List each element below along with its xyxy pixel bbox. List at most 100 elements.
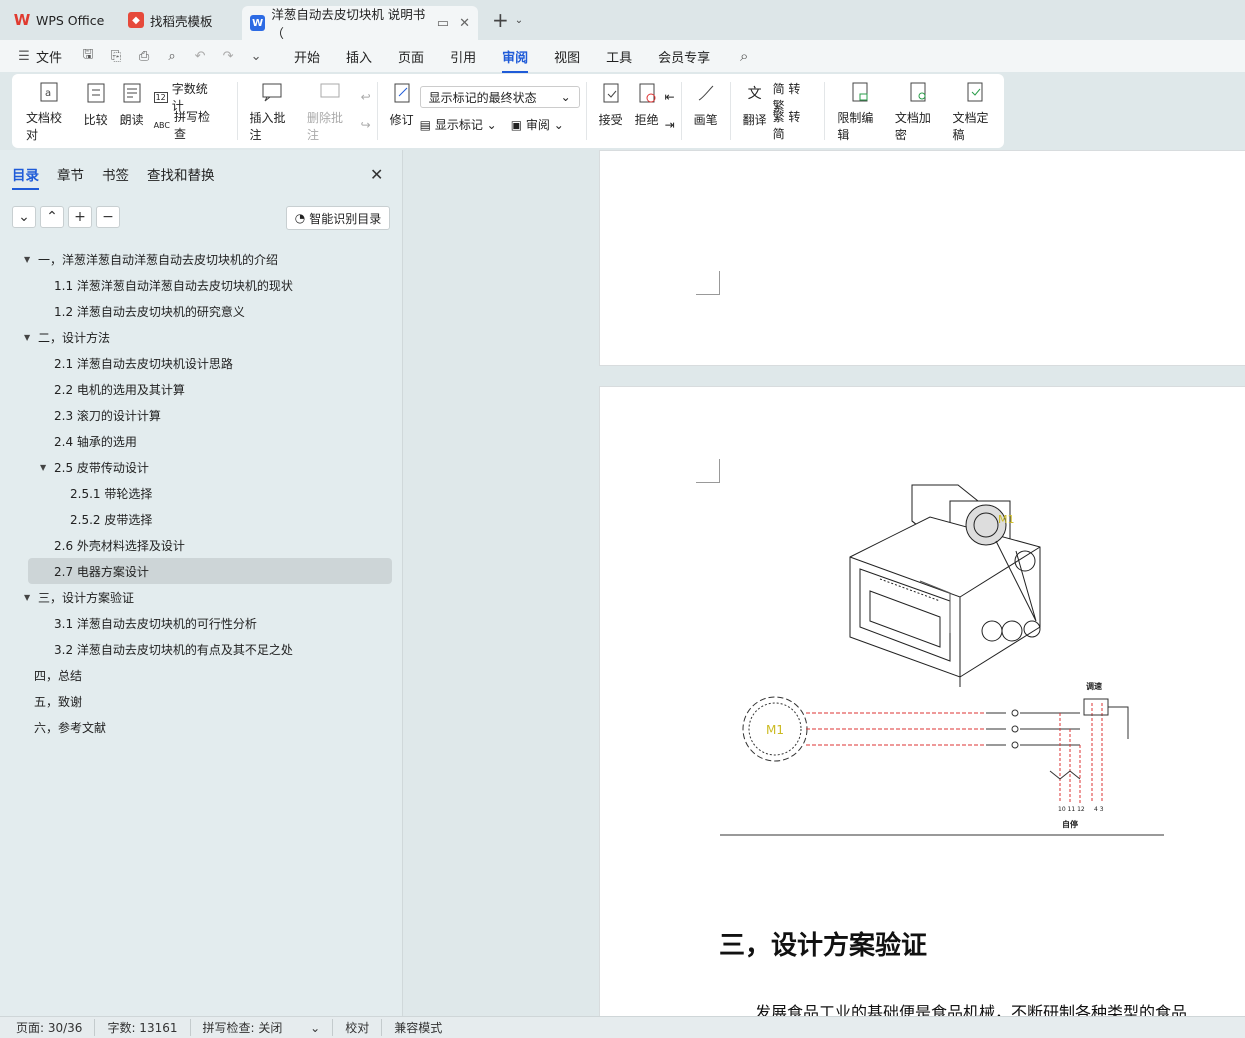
add-icon[interactable]: + [68, 206, 92, 228]
expand-toggle-icon[interactable]: ▼ [24, 255, 34, 264]
search-icon[interactable]: ⌕ [736, 47, 752, 65]
accept-button[interactable]: 接受 [593, 81, 629, 141]
word-count-indicator[interactable]: 字数: 13161 [107, 1019, 191, 1036]
toc-item[interactable]: 1.1 洋葱洋葱自动洋葱自动去皮切块机的现状 [12, 272, 392, 298]
expand-toggle-icon[interactable]: ▼ [40, 463, 50, 472]
print-preview-icon[interactable]: ⌕ [164, 48, 180, 64]
toc-item[interactable]: 2.4 轴承的选用 [12, 428, 392, 454]
toc-item[interactable]: 六，参考文献 [12, 714, 392, 740]
monitor-icon[interactable]: ▭ [437, 16, 449, 31]
redo-icon[interactable]: ↷ [220, 48, 236, 64]
expand-down-icon[interactable]: ⌄ [12, 206, 36, 228]
toc-item-label: 六，参考文献 [34, 720, 107, 735]
close-panel-icon[interactable]: ✕ [370, 165, 383, 184]
menu-view[interactable]: 视图 [554, 47, 580, 66]
delete-comment-button[interactable]: 删除批注 [301, 81, 359, 142]
read-aloud-icon [120, 81, 144, 105]
print-icon[interactable]: ⎙ [136, 48, 152, 64]
toc-item[interactable]: ▼ 三，设计方案验证 [12, 584, 392, 610]
finalize-button[interactable]: 文档定稿 [946, 81, 1004, 142]
tab-docer-templates[interactable]: ◆ 找稻壳模板 [120, 5, 238, 35]
tab-bookmarks[interactable]: 书签 [102, 164, 129, 184]
toc-item[interactable]: 2.7 电器方案设计 [28, 558, 392, 584]
collapse-up-icon[interactable]: ⌃ [40, 206, 64, 228]
toc-item[interactable]: 1.2 洋葱自动去皮切块机的研究意义 [12, 298, 392, 324]
tab-sections[interactable]: 章节 [57, 164, 84, 184]
translate-icon: 文 [747, 86, 762, 102]
toc-item[interactable]: 2.6 外壳材料选择及设计 [12, 532, 392, 558]
pen-button[interactable]: 画笔 [688, 81, 724, 141]
remove-icon[interactable]: − [96, 206, 120, 228]
new-tab-button[interactable]: + [492, 8, 509, 32]
menu-member[interactable]: 会员专享 [658, 47, 710, 66]
spell-check-button[interactable]: ABC 拼写检查 [154, 110, 219, 141]
page-indicator[interactable]: 页面: 30/36 [16, 1019, 96, 1036]
toc-item[interactable]: 五，致谢 [12, 688, 392, 714]
status-bar: 页面: 30/36 字数: 13161 拼写检查: 关闭 ⌄ 校对 兼容模式 [0, 1016, 1245, 1038]
restrict-edit-button[interactable]: 限制编辑 [831, 81, 889, 142]
expand-toggle-icon[interactable]: ▼ [24, 333, 34, 342]
to-simplified-button[interactable]: 繁 转简 [773, 110, 811, 141]
menu-home[interactable]: 开始 [294, 47, 320, 66]
compare-button[interactable]: 比较 [78, 81, 114, 141]
word-count-button[interactable]: 12 字数统计 [153, 82, 219, 113]
next-change-icon[interactable]: ⇥ [665, 113, 675, 137]
toc-item-label: 2.5 皮带传动设计 [54, 460, 149, 475]
markup-state-dropdown[interactable]: 显示标记的最终状态 ⌄ [419, 86, 580, 108]
menu-review[interactable]: 审阅 [502, 47, 529, 73]
toc-item[interactable]: 2.3 滚刀的设计计算 [12, 402, 392, 428]
hamburger-icon[interactable]: ☰ [16, 48, 32, 64]
proofread-status[interactable]: 校对 [345, 1019, 383, 1036]
menu-insert[interactable]: 插入 [346, 47, 372, 66]
next-comment-icon[interactable]: ↪ [361, 113, 371, 137]
toc-item[interactable]: 3.1 洋葱自动去皮切块机的可行性分析 [12, 610, 392, 636]
save-icon[interactable]: 🖫 [80, 47, 96, 64]
toc-item[interactable]: 四，总结 [12, 662, 392, 688]
toc-item[interactable]: ▼ 一，洋葱洋葱自动洋葱自动去皮切块机的介绍 [12, 246, 392, 272]
finalize-icon [963, 81, 987, 103]
toc-item[interactable]: ▼ 二，设计方法 [12, 324, 392, 350]
tab-wps-office[interactable]: W WPS Office [6, 5, 116, 35]
toc-item[interactable]: 2.2 电机的选用及其计算 [12, 376, 392, 402]
tab-find-replace[interactable]: 查找和替换 [147, 164, 215, 184]
translate-button[interactable]: 文 翻译 [737, 81, 773, 141]
smart-toc-button[interactable]: ◔ 智能识别目录 [286, 206, 390, 230]
encrypt-button[interactable]: 文档加密 [889, 81, 947, 142]
track-changes-button[interactable]: 修订 [384, 81, 420, 141]
read-aloud-button[interactable]: 朗读 [114, 81, 150, 141]
expand-toggle-icon[interactable]: ▼ [24, 593, 34, 602]
speed-label: 调速 [1086, 681, 1102, 691]
tab-document[interactable]: W 洋葱自动去皮切块机 说明书（ ▭ ✕ [242, 6, 478, 41]
show-markup-button[interactable]: ▤ 显示标记 ⌄ [420, 116, 497, 133]
toc-item-label: 2.5.2 皮带选择 [70, 512, 153, 527]
tab-toc[interactable]: 目录 [12, 164, 39, 190]
menu-tools[interactable]: 工具 [606, 47, 632, 66]
menu-references[interactable]: 引用 [450, 47, 476, 66]
reject-button[interactable]: 拒绝 [629, 81, 665, 141]
proofread-button[interactable]: a 文档校对 [20, 81, 78, 142]
word-count-icon: 12 [153, 91, 168, 103]
menu-page[interactable]: 页面 [398, 47, 424, 66]
share-icon[interactable]: ⎘ [108, 48, 124, 64]
toc-item[interactable]: 2.1 洋葱自动去皮切块机设计思路 [12, 350, 392, 376]
to-traditional-button[interactable]: 简 转繁 [773, 82, 811, 113]
document-canvas[interactable]: M1 M1 调速 自停 10 11 12 4 3 三，设计方案验证 发展食品工业… [404, 150, 1245, 1016]
page-margin-mark [696, 271, 720, 295]
toc-item[interactable]: 2.5.1 带轮选择 [12, 480, 392, 506]
prev-change-icon[interactable]: ⇤ [665, 85, 675, 109]
toc-item-label: 2.1 洋葱自动去皮切块机设计思路 [54, 356, 233, 371]
undo-icon[interactable]: ↶ [192, 48, 208, 64]
file-menu[interactable]: 文件 [36, 47, 62, 66]
review-pane-button[interactable]: ▣ 审阅 ⌄ [511, 116, 564, 133]
spell-check-status[interactable]: 拼写检查: 关闭 ⌄ [203, 1019, 334, 1036]
tab-list-chevron-icon[interactable]: ⌄ [515, 15, 523, 26]
toc-item[interactable]: 3.2 洋葱自动去皮切块机的有点及其不足之处 [12, 636, 392, 662]
proofread-icon: a [37, 81, 61, 103]
close-tab-icon[interactable]: ✕ [459, 16, 470, 31]
toc-item-label: 2.7 电器方案设计 [54, 564, 149, 579]
prev-comment-icon[interactable]: ↩ [361, 85, 371, 109]
toc-item[interactable]: 2.5.2 皮带选择 [12, 506, 392, 532]
more-chevron-icon[interactable]: ⌄ [248, 48, 264, 64]
insert-comment-button[interactable]: 插入批注 [243, 81, 301, 142]
toc-item[interactable]: ▼ 2.5 皮带传动设计 [12, 454, 392, 480]
